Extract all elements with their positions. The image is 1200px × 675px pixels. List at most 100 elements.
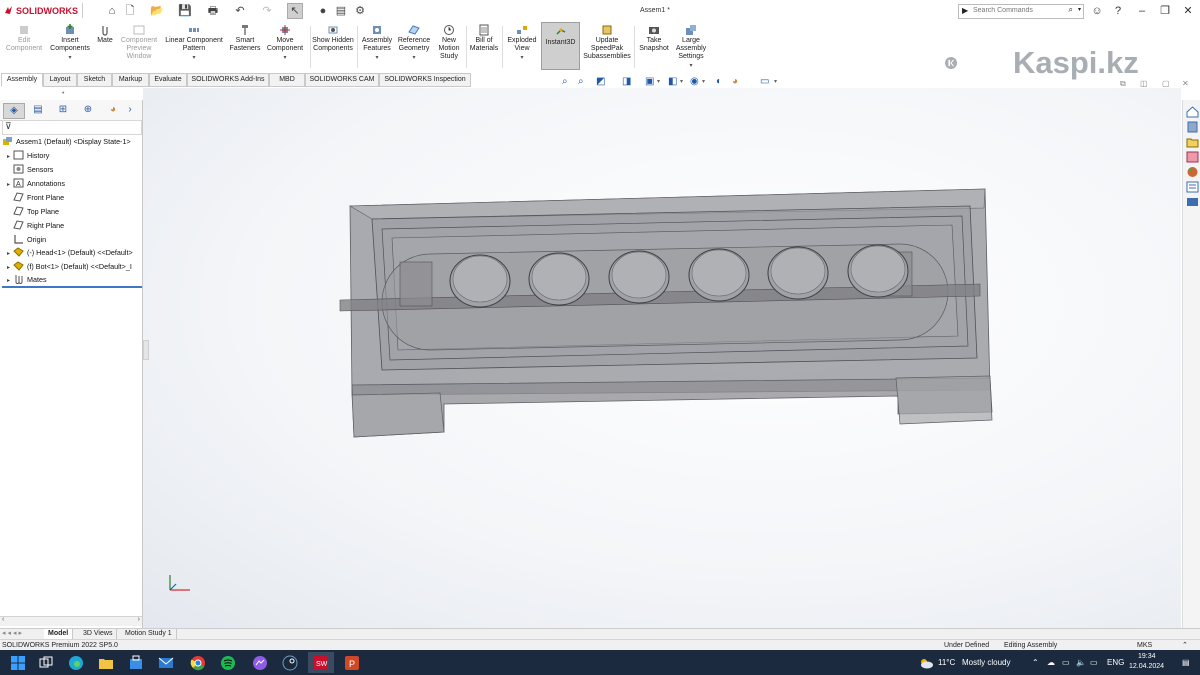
hide-show-items-icon[interactable]: ◐ <box>716 76 722 88</box>
graphics-area[interactable] <box>143 88 1181 628</box>
tree-item-bot[interactable]: ▸ (f) Bot<1> (Default) <<Default>_I <box>4 260 132 273</box>
weather-description[interactable]: Mostly cloudy <box>962 658 1010 667</box>
bill-of-materials-button[interactable]: Bill of Materials <box>468 24 500 53</box>
tree-item-origin[interactable]: Origin <box>4 233 46 246</box>
solidworks-resources-icon[interactable] <box>1186 106 1199 118</box>
chrome-icon[interactable] <box>190 655 206 671</box>
new-motion-study-button[interactable]: New Motion Study <box>434 24 464 61</box>
tab-model[interactable]: Model <box>44 629 74 639</box>
file-properties-icon[interactable]: ▤ <box>334 4 348 18</box>
solidworks-logo[interactable]: SOLIDWORKS <box>4 5 78 16</box>
insert-components-button[interactable]: Insert Components ▾ <box>48 24 92 62</box>
chevron-down-icon[interactable]: ▾ <box>680 78 683 85</box>
chevron-right-icon[interactable]: › <box>124 103 136 117</box>
tab-assembly[interactable]: Assembly <box>1 73 43 87</box>
zoom-to-fit-icon[interactable]: ⌕ <box>562 76 568 88</box>
assembly-features-button[interactable]: Assembly Features ▾ <box>359 24 395 62</box>
onedrive-icon[interactable]: ☁ <box>1047 658 1055 667</box>
tab-scroll-arrows-icon[interactable]: ◂◂◂▸ <box>2 629 24 637</box>
tree-filter-box[interactable]: ⊽ <box>2 120 142 135</box>
open-icon[interactable]: 📂 <box>150 4 164 18</box>
take-snapshot-button[interactable]: Take Snapshot <box>636 24 672 53</box>
help-icon[interactable]: ? <box>1111 4 1125 18</box>
reference-geometry-button[interactable]: Reference Geometry ▾ <box>396 24 432 62</box>
tree-item-history[interactable]: ▸ History <box>4 149 49 162</box>
dynamic-annotation-icon[interactable]: ▣ <box>645 76 654 88</box>
display-pane-icon[interactable]: ▭ <box>760 76 769 88</box>
tab-motion-study-1[interactable]: Motion Study 1 <box>121 629 177 639</box>
account-icon[interactable]: ☺ <box>1090 4 1104 18</box>
clock-time[interactable]: 19:34 <box>1138 653 1156 660</box>
previous-view-icon[interactable]: ◩ <box>596 76 605 88</box>
chevron-down-icon[interactable]: ▾ <box>359 54 395 62</box>
edit-appearance-icon[interactable]: ◕ <box>732 76 738 88</box>
chevron-down-icon[interactable]: ▾ <box>396 54 432 62</box>
redo-icon[interactable]: ↷ <box>260 4 274 18</box>
solidworks-taskbar-active[interactable]: SW <box>308 652 334 673</box>
assembly-model[interactable] <box>143 88 1181 628</box>
tab-layout[interactable]: Layout <box>43 73 77 87</box>
edge-browser-icon[interactable] <box>68 655 84 671</box>
property-manager-tab-icon[interactable]: ▤ <box>28 103 48 117</box>
spotify-icon[interactable] <box>220 655 236 671</box>
configuration-manager-tab-icon[interactable]: ⊞ <box>53 103 73 117</box>
panel-handle-icon[interactable]: • <box>62 90 64 97</box>
viewport-close-icon[interactable]: ✕ <box>1182 78 1189 90</box>
tree-item-sensors[interactable]: Sensors <box>4 163 53 176</box>
mate-button[interactable]: Mate <box>94 24 116 45</box>
chevron-down-icon[interactable]: ▾ <box>48 54 92 62</box>
home-icon[interactable]: ⌂ <box>105 4 119 18</box>
mail-icon[interactable] <box>158 655 174 671</box>
file-explorer-taskbar-icon[interactable] <box>98 655 114 671</box>
tree-item-front-plane[interactable]: Front Plane <box>4 191 64 204</box>
print-icon[interactable]: 🖶 <box>206 4 220 18</box>
messenger-icon[interactable] <box>252 655 268 671</box>
edit-component-button[interactable]: Edit Component <box>4 24 44 53</box>
weather-temperature[interactable]: 11°C <box>938 658 955 667</box>
panel-horizontal-scrollbar[interactable]: ‹ › <box>0 616 142 626</box>
tree-item-annotations[interactable]: ▸ A Annotations <box>4 177 65 190</box>
tree-item-right-plane[interactable]: Right Plane <box>4 219 64 232</box>
update-speedpak-button[interactable]: Update SpeedPak Subassemblies <box>582 24 632 61</box>
large-assembly-settings-button[interactable]: Large Assembly Settings ▾ <box>673 24 709 70</box>
windows-start-icon[interactable] <box>10 655 26 671</box>
display-style-icon[interactable]: ◉ <box>690 76 699 88</box>
powerpoint-icon[interactable]: P <box>344 655 360 671</box>
chevron-down-icon[interactable]: ▾ <box>774 78 777 85</box>
tab-mbd[interactable]: MBD <box>269 73 305 87</box>
instant3d-button[interactable]: Instant3D <box>541 22 580 70</box>
file-explorer-icon[interactable] <box>1186 136 1199 148</box>
chevron-down-icon[interactable]: ▾ <box>162 54 226 62</box>
tab-evaluate[interactable]: Evaluate <box>149 73 187 87</box>
tree-item-head[interactable]: ▸ (-) Head<1> (Default) <<Default> <box>4 246 133 259</box>
exploded-view-button[interactable]: Exploded View ▾ <box>504 24 540 62</box>
custom-properties-icon[interactable] <box>1186 181 1199 193</box>
volume-icon[interactable]: 🔈 <box>1076 658 1086 667</box>
section-view-icon[interactable]: ◨ <box>622 76 631 88</box>
search-input[interactable] <box>959 5 1073 16</box>
options-gear-icon[interactable]: ⚙ <box>353 4 367 18</box>
view-palette-icon[interactable] <box>1186 151 1199 163</box>
display-manager-tab-icon[interactable]: ◕ <box>103 103 123 117</box>
close-icon[interactable]: ✕ <box>1181 4 1195 18</box>
view-orientation-icon[interactable]: ◧ <box>668 76 677 88</box>
battery-icon[interactable]: ▭ <box>1090 658 1098 667</box>
task-view-icon[interactable] <box>38 655 54 671</box>
clock-date[interactable]: 12.04.2024 <box>1129 663 1164 670</box>
tree-item-mates[interactable]: ▸ Mates <box>4 273 47 286</box>
select-arrow-icon[interactable]: ↖ <box>287 3 303 19</box>
tree-root[interactable]: Assem1 (Default) <Display State-1> <box>2 135 131 148</box>
dimxpert-tab-icon[interactable]: ⊕ <box>78 103 98 117</box>
design-library-icon[interactable] <box>1186 121 1199 133</box>
tab-solidworks-add-ins[interactable]: SOLIDWORKS Add-Ins <box>187 73 269 87</box>
network-icon[interactable]: ▭ <box>1062 658 1070 667</box>
chevron-down-icon[interactable]: ▾ <box>702 78 705 85</box>
microsoft-store-icon[interactable] <box>128 655 144 671</box>
tab-solidworks-cam[interactable]: SOLIDWORKS CAM <box>305 73 379 87</box>
forum-icon[interactable] <box>1186 196 1199 208</box>
chevron-down-icon[interactable]: ▾ <box>504 54 540 62</box>
linear-component-pattern-button[interactable]: Linear Component Pattern ▾ <box>162 24 226 62</box>
filter-funnel-icon[interactable]: ⊽ <box>5 121 12 132</box>
zoom-to-area-icon[interactable]: ⌕ <box>578 76 584 88</box>
tab-solidworks-inspection[interactable]: SOLIDWORKS Inspection <box>379 73 471 87</box>
